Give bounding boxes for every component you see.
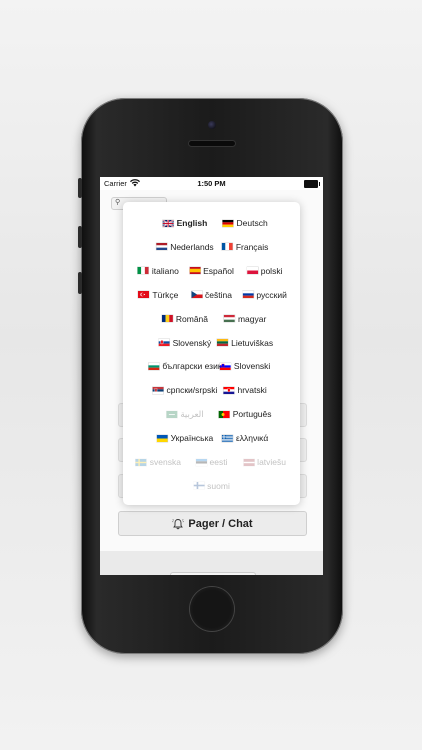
bell-icon xyxy=(172,518,185,529)
language-label: Українська xyxy=(170,433,214,444)
language-option-lt[interactable]: Lietuviškas xyxy=(217,338,273,348)
language-option-hr[interactable]: hrvatski xyxy=(223,385,267,396)
flag-cz-icon xyxy=(191,291,203,299)
language-label: svenska xyxy=(149,457,181,467)
phone-screen: Carrier 1:50 PM ⚲ Pager / Chat English De… xyxy=(100,177,323,575)
language-option-cz[interactable]: čeština xyxy=(191,290,232,300)
language-label: Español xyxy=(203,265,234,276)
status-bar: Carrier 1:50 PM xyxy=(100,177,323,190)
flag-rs-icon xyxy=(152,386,164,394)
language-option-se: svenska xyxy=(135,457,181,467)
language-label: Deutsch xyxy=(236,218,268,228)
flag-ua-icon xyxy=(156,434,168,442)
language-label: ελληνικά xyxy=(236,433,269,444)
language-option-pt[interactable]: Português xyxy=(218,409,272,420)
flag-pt-icon xyxy=(218,410,230,418)
language-option-fr[interactable]: Français xyxy=(221,241,269,252)
home-button[interactable] xyxy=(190,587,234,631)
battery-icon xyxy=(304,180,320,188)
language-label: Lietuviškas xyxy=(231,337,274,348)
flag-bg-icon xyxy=(148,362,160,370)
language-label: čeština xyxy=(205,289,232,300)
language-label: Slovenský xyxy=(172,337,212,348)
language-label: polski xyxy=(260,265,283,276)
language-option-de[interactable]: Deutsch xyxy=(222,218,268,228)
bottom-tab[interactable] xyxy=(170,572,256,575)
language-option-ee: eesti xyxy=(195,457,228,467)
flag-it-icon xyxy=(137,267,149,275)
language-label: magyar xyxy=(237,313,267,324)
flag-es-icon xyxy=(189,267,201,275)
language-option-it[interactable]: italiano xyxy=(137,265,179,276)
language-option-rs[interactable]: српски/srpski xyxy=(152,385,218,396)
flag-si-icon xyxy=(219,362,231,370)
earpiece-speaker xyxy=(189,141,235,146)
language-option-si[interactable]: Slovenski xyxy=(219,361,271,372)
flag-ee-icon xyxy=(195,458,207,466)
flag-gr-icon xyxy=(222,434,234,442)
language-label: български език xyxy=(162,361,222,372)
language-label: العربية xyxy=(180,409,204,420)
language-label: English xyxy=(176,218,208,228)
language-option-es[interactable]: Español xyxy=(189,266,234,276)
flag-hr-icon xyxy=(223,386,235,394)
language-popover: English Deutsch Nederlands Français italiano… xyxy=(123,202,300,505)
language-option-pl[interactable]: polski xyxy=(246,265,283,276)
mute-switch xyxy=(78,178,82,198)
flag-lv-icon xyxy=(243,458,255,466)
language-label: Türkçe xyxy=(152,289,179,300)
flag-sa-icon xyxy=(166,411,178,419)
language-label: српски/srpski xyxy=(166,385,218,396)
language-label: Français xyxy=(235,241,269,252)
language-option-hu[interactable]: magyar xyxy=(223,313,267,324)
flag-tr-icon xyxy=(138,291,150,299)
language-option-gr[interactable]: ελληνικά xyxy=(222,433,268,443)
language-option-ro[interactable]: Română xyxy=(161,313,209,324)
flag-se-icon xyxy=(135,458,147,466)
language-label: italiano xyxy=(151,265,179,276)
language-label: Português xyxy=(232,409,272,420)
language-option-fi: suomi xyxy=(193,481,230,491)
language-label: Nederlands xyxy=(170,241,214,252)
language-option-lv: latviešu xyxy=(243,457,286,467)
language-option-bg[interactable]: български език xyxy=(148,361,222,372)
language-label: hrvatski xyxy=(237,385,267,396)
language-label: русский xyxy=(256,289,287,300)
flag-fr-icon xyxy=(221,243,233,251)
language-label: Slovenski xyxy=(233,361,271,372)
flag-nl-icon xyxy=(156,243,168,251)
language-label: latviešu xyxy=(257,457,287,467)
flag-sk-icon xyxy=(158,339,170,346)
language-option-sk[interactable]: Slovenský xyxy=(158,337,212,348)
language-option-tr[interactable]: Türkçe xyxy=(138,290,178,300)
volume-up-button xyxy=(78,226,82,248)
flag-lt-icon xyxy=(217,339,229,346)
flag-gb-icon xyxy=(162,219,174,227)
volume-down-button xyxy=(78,272,82,294)
flag-ro-icon xyxy=(161,315,173,323)
language-option-gb[interactable]: English xyxy=(162,218,208,228)
language-label: Română xyxy=(175,313,209,324)
language-option-ua[interactable]: Українська xyxy=(156,433,214,444)
flag-pl-icon xyxy=(246,267,258,275)
front-camera xyxy=(208,121,216,129)
flag-de-icon xyxy=(222,219,234,227)
flag-hu-icon xyxy=(223,315,235,323)
location-pin-icon: ⚲ xyxy=(115,199,121,206)
language-label: eesti xyxy=(209,457,228,467)
flag-ru-icon xyxy=(242,291,254,299)
language-option-sa: العربية xyxy=(166,409,204,420)
pager-chat-label: Pager / Chat xyxy=(188,517,253,530)
language-label: suomi xyxy=(207,480,230,491)
language-option-nl[interactable]: Nederlands xyxy=(156,241,214,252)
pager-chat-button[interactable]: Pager / Chat xyxy=(118,511,307,536)
flag-fi-icon xyxy=(193,482,205,490)
language-option-ru[interactable]: русский xyxy=(242,290,287,300)
status-time: 1:50 PM xyxy=(197,179,226,188)
